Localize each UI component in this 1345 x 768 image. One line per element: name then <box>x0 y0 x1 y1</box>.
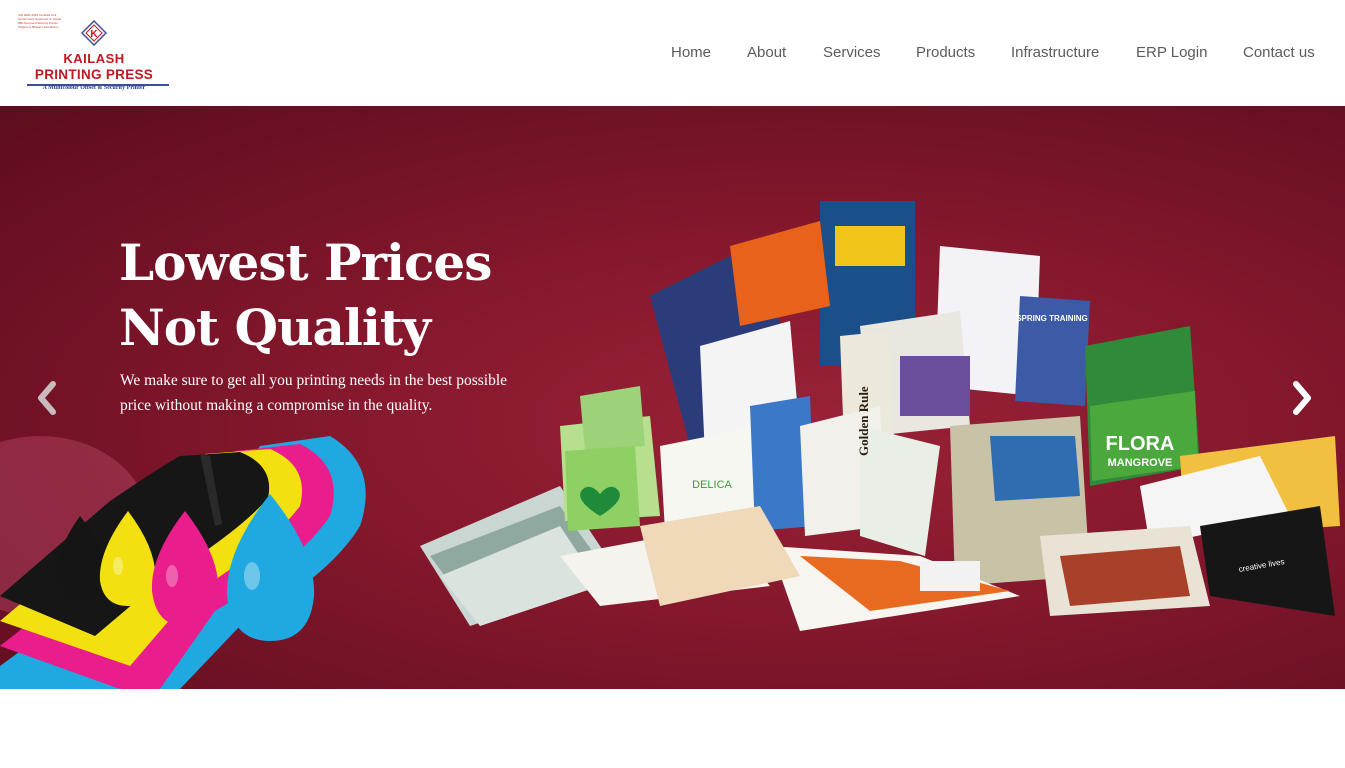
content-area <box>0 689 1345 768</box>
logo-tagline: A Multicolour Offset & Security Printer <box>42 85 146 91</box>
company-logo[interactable]: ISO 9001:2015 Certified Unit Government … <box>15 12 173 96</box>
mangrove-cover-title: MANGROVE <box>1108 457 1173 469</box>
chevron-right-icon <box>1293 381 1311 415</box>
nav-infrastructure[interactable]: Infrastructure <box>1011 44 1099 61</box>
site-header: ISO 9001:2015 Certified Unit Government … <box>0 0 1345 106</box>
nav-services[interactable]: Services <box>823 44 881 61</box>
logo-cert-line: Subject to Bhiwani Jurisdiction <box>18 25 59 29</box>
logo-mark: K <box>90 29 98 40</box>
nav-products[interactable]: Products <box>916 44 975 61</box>
golden-rule-spine: Golden Rule <box>856 386 871 456</box>
spring-training-cover: SPRING TRAINING <box>1016 314 1088 323</box>
logo-name-line1: KAILASH <box>63 51 125 66</box>
nav-about[interactable]: About <box>747 44 786 61</box>
hero-headline: Lowest Prices Not Quality <box>119 233 492 357</box>
logo-emblem-icon: K <box>81 20 107 46</box>
logo-name-line2: PRINTING PRESS <box>34 67 154 82</box>
nav-erp-login[interactable]: ERP Login <box>1136 44 1207 61</box>
hero-subtext: We make sure to get all you printing nee… <box>120 372 508 414</box>
delica-bag-label: DELICA <box>692 479 732 491</box>
chevron-left-icon <box>38 381 56 415</box>
nav-contact-us[interactable]: Contact us <box>1243 44 1315 61</box>
nav-home[interactable]: Home <box>671 44 711 61</box>
shopping-bag <box>565 446 640 531</box>
slider-next-button[interactable] <box>1286 378 1316 418</box>
hero-slider: FLORA MANGROVE DELICA Golden Rule SPRING… <box>0 106 1345 689</box>
flora-cover-title: FLORA <box>1106 433 1175 455</box>
slider-prev-button[interactable] <box>33 378 63 418</box>
